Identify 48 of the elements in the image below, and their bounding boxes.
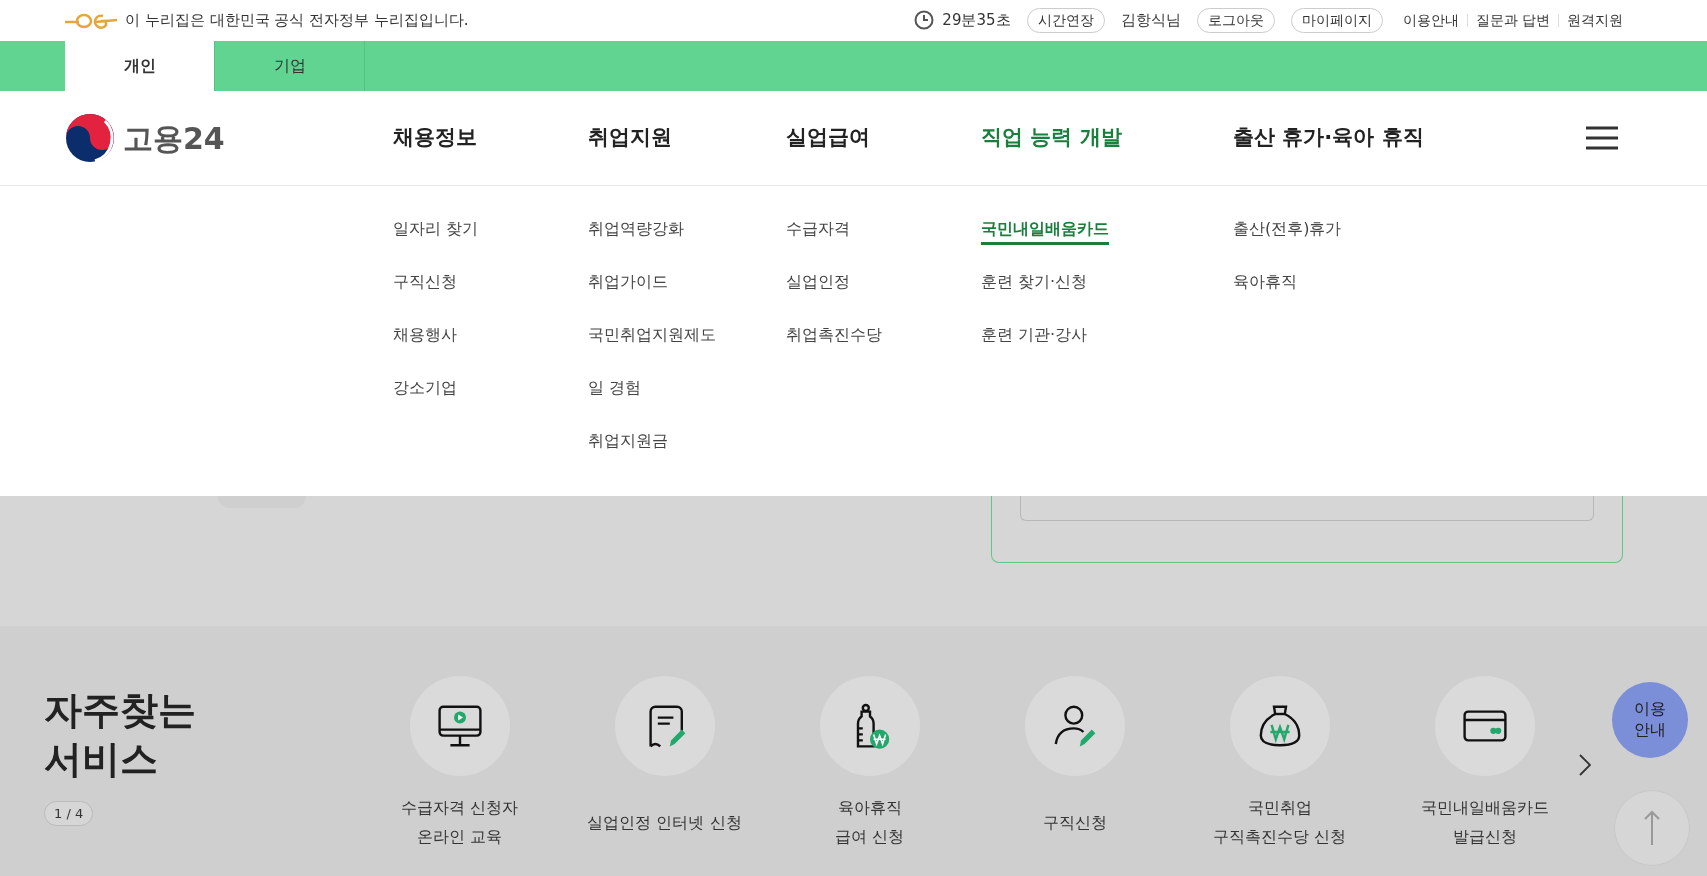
submenu-link[interactable]: 일자리 찾기 [393,219,479,245]
submenu-link[interactable]: 채용행사 [393,325,457,351]
nav-item[interactable]: 취업지원 [588,125,672,150]
submenu-link[interactable]: 취업지원금 [588,431,668,457]
submenu-link[interactable]: 일 경험 [588,378,642,404]
submenu-link[interactable]: 수급자격 [786,219,850,245]
extend-button[interactable]: 시간연장 [1026,8,1105,33]
submenu-link[interactable]: 실업인정 [786,272,850,298]
submenu-link[interactable]: 구직신청 [393,272,457,298]
service-label[interactable]: 국민취업 구직촉진수당 신청 [1212,794,1347,852]
submenu-link[interactable]: 강소기업 [393,378,457,404]
service-label[interactable]: 실업인정 인터넷 신청 [587,808,742,838]
submenu-link[interactable]: 국민취업지원제도 [588,325,716,351]
menu-icon[interactable] [1585,126,1619,150]
logo-text[interactable]: 고용24 [123,115,225,161]
submenu-link[interactable]: 취업역량강화 [588,219,684,245]
emblem-icon [65,12,117,29]
next-icon[interactable] [1579,754,1591,776]
submenu-link[interactable]: 취업촉진수당 [786,325,882,351]
user-name: 김항식님 [1120,10,1181,32]
nav-item[interactable]: 직업 능력 개발 [981,125,1122,150]
util-link[interactable]: 원격지원 [1567,10,1623,31]
submenu-link[interactable]: 출산(전후)휴가 [1233,219,1342,245]
service-label[interactable]: 국민내일배움카드 발급신청 [1420,794,1549,852]
util-link[interactable]: 질문과 답변 [1475,10,1550,31]
session-timer: 29분35초 [942,10,1011,32]
nav-item[interactable]: 출산 휴가·육아 휴직 [1233,125,1424,150]
gov-notice: 이 누리집은 대한민국 공식 전자정부 누리집입니다. [125,10,469,32]
up-arrow-icon [1644,810,1660,846]
help-button[interactable]: 이용 안내 [1612,682,1688,758]
mypage-button[interactable]: 마이페이지 [1290,8,1383,33]
logout-button[interactable]: 로그아웃 [1196,8,1275,33]
service-label[interactable]: 수급자격 신청자 온라인 교육 [400,794,519,852]
nav-item[interactable]: 채용정보 [393,125,477,150]
util-link[interactable]: 이용안내 [1402,10,1459,31]
submenu-link[interactable]: 육아휴직 [1233,272,1297,298]
section-title: 자주찾는 서비스 [44,687,197,784]
submenu-link[interactable]: 훈련 찾기·신청 [981,272,1088,298]
clock-icon [914,10,935,31]
submenu-link[interactable]: 취업가이드 [588,272,668,298]
nav-item[interactable]: 실업급여 [786,125,870,150]
service-label[interactable]: 육아휴직 급여 신청 [834,794,905,852]
page-indicator: 1 / 4 [44,800,94,827]
service-label[interactable]: 구직신청 [1042,808,1107,838]
submenu-link[interactable]: 훈련 기관·강사 [981,325,1088,351]
submenu-link[interactable]: 국민내일배움카드 [981,219,1109,245]
logo-icon [65,113,115,163]
tab[interactable]: 개인 [65,41,215,91]
